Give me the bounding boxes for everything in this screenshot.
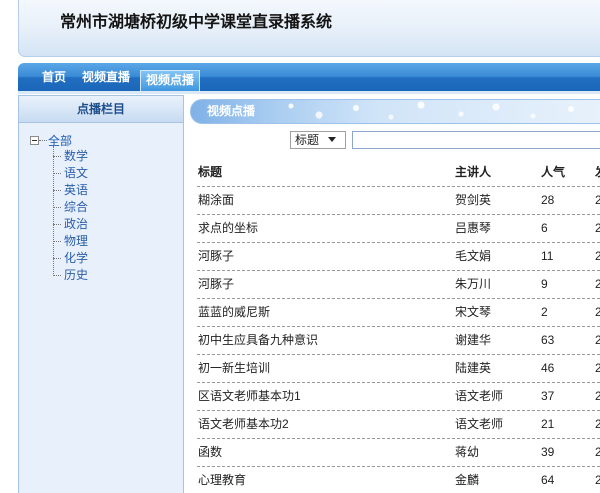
chevron-down-icon	[328, 137, 336, 142]
column-header-title: 标题	[198, 165, 223, 179]
cell-title[interactable]: 求点的坐标	[198, 215, 258, 242]
cell-date: 2	[595, 249, 600, 263]
table-row: 初一新生培训 陆建英 46 2	[197, 355, 600, 383]
table-row: 初中生应具备九种意识 谢建华 63 2	[197, 327, 600, 355]
table-header-row: 标题 主讲人 人气 发	[197, 159, 600, 187]
section-tab-header: 视频点播	[190, 99, 600, 124]
cell-speaker: 金麟	[455, 473, 480, 487]
video-table: 标题 主讲人 人气 发 糊涂面 贺剑英 28 2 求点的坐标 吕惠琴 6 2 河…	[197, 159, 600, 493]
section-title: 视频点播	[207, 104, 256, 118]
cell-date: 2	[595, 417, 600, 431]
cell-speaker: 语文老师	[455, 389, 504, 403]
cell-views: 46	[541, 361, 555, 375]
column-header-views: 人气	[541, 165, 566, 179]
nav-item-vod[interactable]: 视频点播	[140, 70, 201, 91]
table-row: 蓝蓝的威尼斯 宋文琴 2 2	[197, 299, 600, 327]
search-input[interactable]	[352, 131, 600, 149]
cell-views: 6	[541, 221, 548, 235]
cell-views: 37	[541, 389, 555, 403]
collapse-minus-icon[interactable]	[30, 136, 39, 145]
cell-date: 2	[595, 333, 600, 347]
cell-views: 11	[541, 249, 554, 263]
cell-views: 64	[541, 473, 555, 487]
tree-item-english[interactable]: 英语	[53, 182, 88, 199]
table-row: 求点的坐标 吕惠琴 6 2	[197, 215, 600, 243]
cell-speaker: 毛文娟	[455, 249, 492, 263]
cell-title[interactable]: 心理教育	[198, 467, 246, 493]
cell-views: 28	[541, 193, 555, 207]
cell-title[interactable]: 蓝蓝的威尼斯	[198, 299, 270, 326]
cell-speaker: 贺剑英	[455, 193, 492, 207]
cell-speaker: 蒋幼	[455, 445, 480, 459]
cell-speaker: 陆建英	[455, 361, 492, 375]
cell-title[interactable]: 糊涂面	[198, 187, 234, 214]
cell-date: 2	[595, 277, 600, 291]
tree-item-history[interactable]: 历史	[53, 267, 88, 284]
cell-title[interactable]: 初一新生培训	[198, 355, 270, 382]
tree-item-politics[interactable]: 政治	[53, 216, 88, 233]
search-field-selected: 标题	[295, 133, 320, 147]
cell-title[interactable]: 河豚子	[198, 271, 234, 298]
tree-item-chemistry[interactable]: 化学	[53, 250, 88, 267]
nav-underline	[18, 91, 600, 94]
cell-speaker: 宋文琴	[455, 305, 492, 319]
category-sidebar: 点播栏目 全部 数学 语文 英语 综合 政治 物理 化学 历史	[18, 95, 184, 493]
site-title: 常州市湖塘桥初级中学课堂直录播系统	[60, 14, 333, 31]
sidebar-title: 点播栏目	[19, 96, 183, 123]
cell-title[interactable]: 初中生应具备九种意识	[198, 327, 318, 354]
cell-title[interactable]: 区语文老师基本功1	[198, 383, 301, 410]
cell-date: 2	[595, 389, 600, 403]
cell-date: 2	[595, 193, 600, 207]
tree-item-general[interactable]: 综合	[53, 199, 88, 216]
site-header: 常州市湖塘桥初级中学课堂直录播系统	[18, 0, 600, 57]
table-row: 心理教育 金麟 64 2	[197, 467, 600, 493]
cell-title[interactable]: 语文老师基本功2	[198, 411, 289, 438]
tree-connector	[39, 140, 47, 141]
cell-views: 9	[541, 277, 548, 291]
column-header-date: 发	[595, 159, 600, 186]
cell-views: 39	[541, 445, 555, 459]
table-row: 函数 蒋幼 39 2	[197, 439, 600, 467]
cell-speaker: 语文老师	[455, 417, 504, 431]
cell-date: 2	[595, 361, 600, 375]
cell-speaker: 朱万川	[455, 277, 492, 291]
cell-speaker: 谢建华	[455, 333, 492, 347]
column-header-speaker: 主讲人	[455, 165, 492, 179]
cell-title[interactable]: 函数	[198, 439, 222, 466]
tree-item-all[interactable]: 全部	[48, 134, 72, 148]
tree-item-chinese[interactable]: 语文	[53, 165, 88, 182]
table-row: 河豚子 毛文娟 11 2	[197, 243, 600, 271]
table-row: 河豚子 朱万川 9 2	[197, 271, 600, 299]
cell-views: 63	[541, 333, 555, 347]
cell-date: 2	[595, 305, 600, 319]
cell-date: 2	[595, 445, 600, 459]
table-row: 糊涂面 贺剑英 28 2	[197, 187, 600, 215]
snowflake-pattern	[271, 100, 600, 123]
tree-item-physics[interactable]: 物理	[53, 233, 88, 250]
tree-item-math[interactable]: 数学	[53, 148, 88, 165]
cell-views: 2	[541, 305, 548, 319]
cell-speaker: 吕惠琴	[455, 221, 492, 235]
nav-item-home[interactable]: 首页	[42, 63, 66, 91]
app-window: 常州市湖塘桥初级中学课堂直录播系统 首页 视频直播 视频点播 点播栏目 全部 数…	[0, 0, 600, 493]
cell-title[interactable]: 河豚子	[198, 243, 234, 270]
search-field-select[interactable]: 标题	[290, 131, 346, 149]
cell-date: 2	[595, 221, 600, 235]
table-row: 语文老师基本功2 语文老师 21 2	[197, 411, 600, 439]
cell-views: 21	[541, 417, 555, 431]
main-nav: 首页 视频直播 视频点播	[18, 63, 600, 91]
table-row: 区语文老师基本功1 语文老师 37 2	[197, 383, 600, 411]
nav-item-live[interactable]: 视频直播	[82, 63, 130, 91]
cell-date: 2	[595, 473, 600, 487]
